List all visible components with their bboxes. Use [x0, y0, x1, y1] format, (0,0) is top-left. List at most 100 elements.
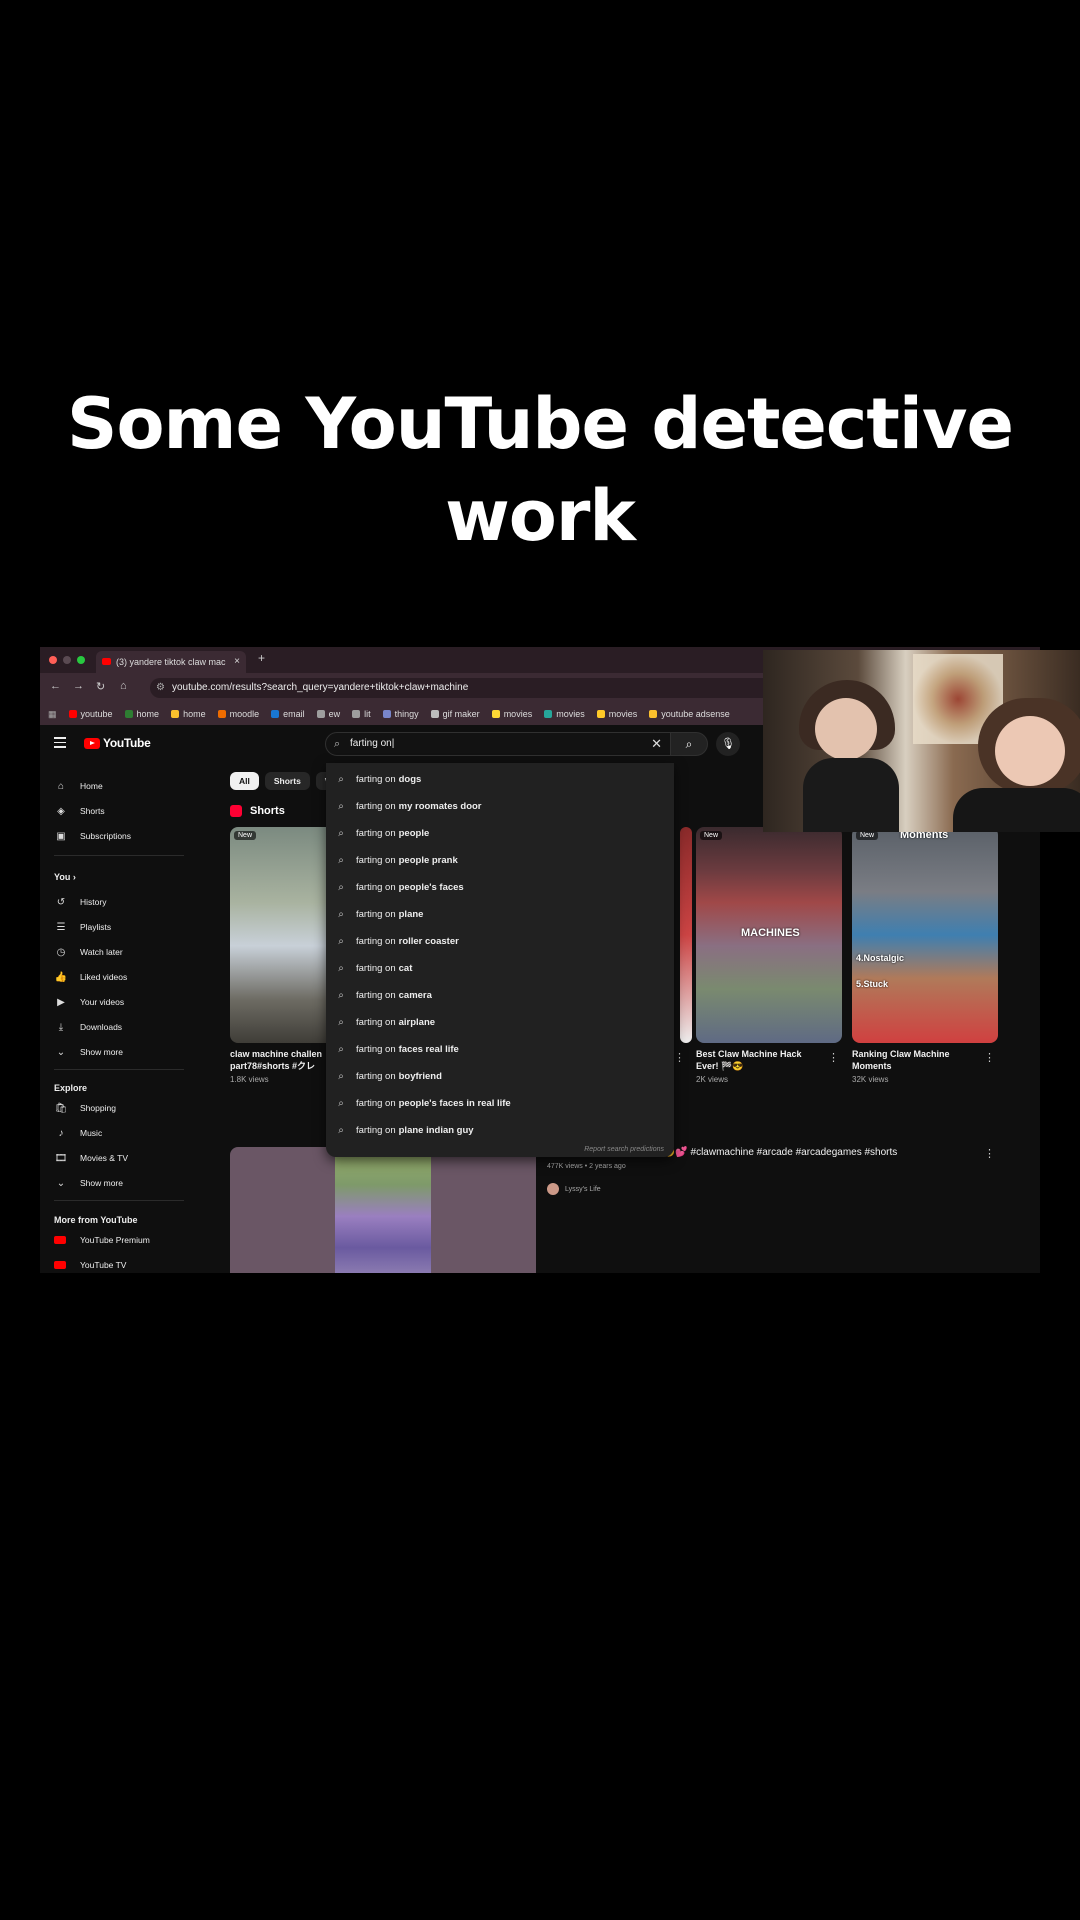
search-suggestion[interactable]: ⌕ farting on my roomates door [326, 795, 674, 817]
sidebar-item-you[interactable]: You › [54, 868, 76, 886]
short-title[interactable]: Best Claw Machine Hack Ever! 🏁😎 [696, 1048, 821, 1072]
suggestion-completion: boyfriend [398, 1070, 442, 1082]
search-suggestion[interactable]: ⌕ farting on camera [326, 984, 674, 1006]
sidebar-item-watch-later[interactable]: ◷ Watch later [54, 943, 123, 961]
sidebar-item-shopping[interactable]: 🛍 Shopping [54, 1099, 116, 1117]
bookmark-folder[interactable]: lit [352, 709, 371, 719]
bookmark-item[interactable]: youtube [68, 709, 113, 719]
search-suggestion[interactable]: ⌕ farting on roller coaster [326, 930, 674, 952]
close-tab-icon[interactable]: × [234, 651, 240, 673]
search-icon: ⌕ [338, 989, 344, 1001]
search-input-value: farting on| [350, 738, 395, 749]
search-suggestion[interactable]: ⌕ farting on people's faces [326, 876, 674, 898]
short-title[interactable]: Ranking Claw Machine Moments [852, 1048, 977, 1072]
history-icon: ↺ [56, 896, 66, 908]
search-button[interactable]: ⌕ [670, 732, 708, 756]
playlists-icon: ☰ [56, 921, 66, 933]
search-icon: ⌕ [338, 962, 344, 974]
search-suggestion[interactable]: ⌕ farting on faces real life [326, 1038, 674, 1060]
search-suggestion[interactable]: ⌕ farting on plane indian guy [326, 1119, 674, 1141]
search-icon: ⌕ [338, 935, 344, 947]
bookmark-favicon-icon [124, 710, 133, 718]
bookmark-item[interactable]: gif maker [430, 709, 480, 719]
suggestion-prefix: farting on [356, 989, 396, 1001]
more-options-icon[interactable]: ⋮ [984, 1051, 995, 1064]
bookmark-item[interactable]: email [271, 709, 305, 719]
search-suggestion[interactable]: ⌕ farting on cat [326, 957, 674, 979]
youtube-sidebar: ⌂ Home ◈ Shorts ▣ Subscriptions You › ↺ Hist… [40, 763, 190, 1273]
search-input[interactable]: ⌕ farting on| ✕ [325, 732, 671, 756]
bookmark-item[interactable]: movies [544, 709, 585, 719]
bookmark-label: gif maker [442, 709, 480, 719]
short-thumbnail[interactable]: New MACHINES [696, 827, 842, 1043]
bookmark-folder[interactable]: ew [316, 709, 340, 719]
sidebar-item-label: Playlists [80, 922, 112, 932]
home-icon[interactable]: ⌂ [120, 680, 127, 692]
sidebar-item-label: Shopping [80, 1103, 116, 1113]
browser-tab[interactable]: (3) yandere tiktok claw mac × [96, 651, 246, 673]
sidebar-section-header: More from YouTube [54, 1215, 138, 1225]
video-channel[interactable]: Lyssy's Life [547, 1183, 601, 1195]
sidebar-item-your-videos[interactable]: ▶ Your videos [54, 993, 124, 1011]
sidebar-item-youtube-premium[interactable]: YouTube Premium [54, 1231, 150, 1249]
suggestion-completion: people prank [398, 854, 458, 866]
more-options-icon[interactable]: ⋮ [984, 1147, 995, 1160]
bookmark-item[interactable]: thingy [382, 709, 419, 719]
bookmark-item[interactable]: youtube adsense [649, 709, 730, 719]
clear-search-icon[interactable]: ✕ [651, 733, 662, 755]
bookmark-item[interactable]: movies [491, 709, 532, 719]
sidebar-item-shorts[interactable]: ◈ Shorts [54, 802, 104, 820]
bookmark-item[interactable]: movies [596, 709, 637, 719]
sidebar-item-history[interactable]: ↺ History [54, 893, 107, 911]
more-options-icon[interactable]: ⋮ [828, 1051, 839, 1064]
person-left-shirt [803, 758, 899, 832]
youtube-logo[interactable]: YouTube [84, 736, 151, 750]
minimize-window-button[interactable] [63, 656, 71, 664]
suggestion-prefix: farting on [356, 773, 396, 785]
more-options-icon[interactable]: ⋮ [674, 1051, 685, 1064]
short-thumbnail[interactable] [680, 827, 692, 1043]
back-arrow-icon[interactable]: ← [50, 680, 61, 692]
sidebar-item-music[interactable]: ♪ Music [54, 1124, 103, 1142]
bookmark-item[interactable]: moodle [217, 709, 259, 719]
search-suggestion[interactable]: ⌕ farting on people [326, 822, 674, 844]
sidebar-item-show-more[interactable]: ⌄ Show more [54, 1174, 123, 1192]
suggestion-completion: cat [398, 962, 413, 974]
search-suggestion[interactable]: ⌕ farting on people's faces in real life [326, 1092, 674, 1114]
sidebar-item-youtube-tv[interactable]: YouTube TV [54, 1256, 126, 1273]
chip-all[interactable]: All [230, 772, 259, 790]
sidebar-item-playlists[interactable]: ☰ Playlists [54, 918, 112, 936]
sidebar-item-liked-videos[interactable]: 👍 Liked videos [54, 968, 128, 986]
subscriptions-icon: ▣ [56, 830, 66, 842]
short-thumbnail[interactable]: New Moments 4.Nostalgic 5.Stuck [852, 827, 998, 1043]
search-suggestion[interactable]: ⌕ farting on boyfriend [326, 1065, 674, 1087]
search-suggestion[interactable]: ⌕ farting on dogs [326, 768, 674, 790]
bookmark-label: youtube [80, 709, 113, 719]
bookmark-item[interactable]: home [124, 709, 159, 719]
video-thumbnail[interactable] [230, 1147, 536, 1273]
close-window-button[interactable] [49, 656, 57, 664]
bookmark-item[interactable]: home [171, 709, 206, 719]
menu-icon[interactable] [54, 737, 66, 751]
new-tab-button[interactable]: + [258, 651, 265, 665]
video-caption: Some YouTube detective work [67, 383, 1014, 557]
search-suggestion[interactable]: ⌕ farting on airplane [326, 1011, 674, 1033]
search-suggestion[interactable]: ⌕ farting on plane [326, 903, 674, 925]
search-suggestion[interactable]: ⌕ farting on people prank [326, 849, 674, 871]
forward-arrow-icon[interactable]: → [73, 680, 84, 692]
sidebar-item-label: Movies & TV [80, 1153, 129, 1163]
voice-search-button[interactable]: 🎙 [716, 732, 740, 756]
sidebar-item-home[interactable]: ⌂ Home [54, 777, 103, 795]
sidebar-item-downloads[interactable]: ⤓ Downloads [54, 1018, 122, 1036]
reload-icon[interactable]: ↻ [96, 680, 105, 693]
sidebar-item-movies-tv[interactable]: 🎞 Movies & TV [54, 1149, 128, 1167]
sidebar-item-show-more[interactable]: ⌄ Show more [54, 1043, 123, 1061]
zoom-window-button[interactable] [77, 656, 85, 664]
apps-grid-icon[interactable]: ▦ [48, 709, 57, 720]
sidebar-item-subscriptions[interactable]: ▣ Subscriptions [54, 827, 131, 845]
sidebar-item-label: Home [80, 781, 103, 791]
site-settings-icon[interactable]: ⚙ [156, 678, 165, 698]
chip-shorts[interactable]: Shorts [264, 772, 310, 790]
suggestion-completion: plane indian guy [398, 1124, 474, 1136]
report-search-predictions-link[interactable]: Report search predictions [584, 1146, 664, 1153]
